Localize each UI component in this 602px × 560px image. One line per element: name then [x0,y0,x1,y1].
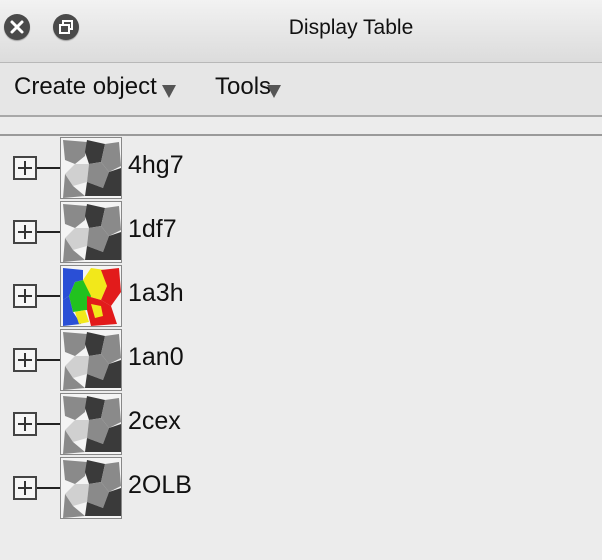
menu-bar: Create object Tools [0,63,602,117]
molecule-label[interactable]: 1a3h [128,279,184,308]
tree-row[interactable]: 2OLB [0,457,602,521]
tree-row[interactable]: 1df7 [0,201,602,265]
create-object-label: Create object [14,73,157,100]
tree-connector [37,295,60,297]
expand-plus-icon[interactable] [13,412,37,436]
expand-plus-icon[interactable] [13,348,37,372]
tree-connector [37,359,60,361]
tree-row[interactable]: 4hg7 [0,137,602,201]
tree-connector [37,487,60,489]
dropdown-arrow-icon [162,85,176,98]
tree-connector [37,423,60,425]
molecule-thumbnail-gray[interactable] [60,201,122,263]
tree-row[interactable]: 1a3h [0,265,602,329]
create-object-menu[interactable]: Create object [14,73,176,101]
tree-row[interactable]: 1an0 [0,329,602,393]
molecule-thumbnail-gray[interactable] [60,329,122,391]
tree-connector [37,231,60,233]
tools-label: Tools [215,73,272,100]
tree-row[interactable]: 2cex [0,393,602,457]
molecule-thumbnail-gray[interactable] [60,393,122,455]
molecule-label[interactable]: 1an0 [128,343,184,372]
molecule-thumbnail-gray[interactable] [60,457,122,519]
molecule-label[interactable]: 2cex [128,407,181,436]
window-title: Display Table [288,16,414,39]
expand-plus-icon[interactable] [13,284,37,308]
tools-menu[interactable]: Tools [215,73,281,101]
title-bar: Display Table [0,0,602,63]
expand-plus-icon[interactable] [13,476,37,500]
tree-connector [37,167,60,169]
molecule-thumbnail-gray[interactable] [60,137,122,199]
expand-plus-icon[interactable] [13,156,37,180]
molecule-label[interactable]: 4hg7 [128,151,184,180]
molecule-label[interactable]: 1df7 [128,215,177,244]
molecule-label[interactable]: 2OLB [128,471,192,500]
divider [0,134,602,136]
expand-plus-icon[interactable] [13,220,37,244]
molecule-thumbnail-colored[interactable] [60,265,122,327]
dropdown-arrow-icon [267,85,281,98]
